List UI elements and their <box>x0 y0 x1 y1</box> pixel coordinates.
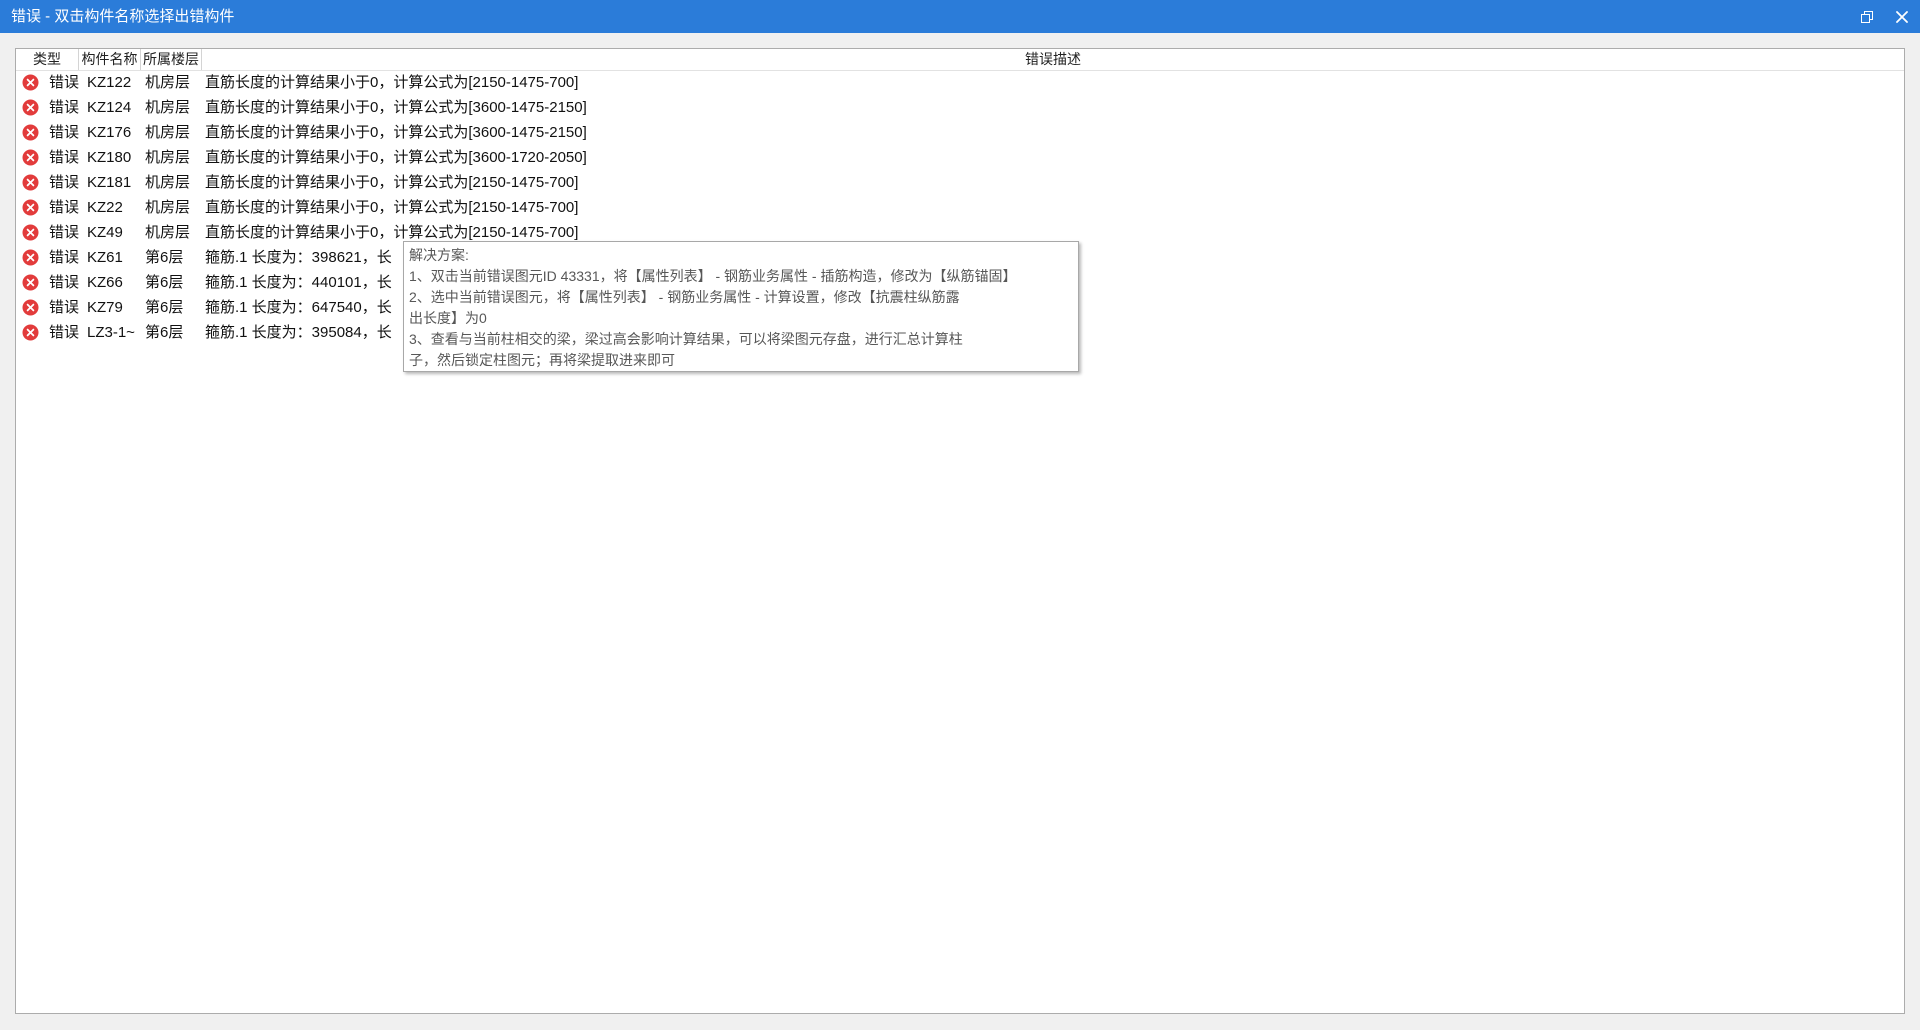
row-component-name[interactable]: KZ180 <box>87 145 131 170</box>
row-component-name[interactable]: LZ3-1~ <box>87 320 135 345</box>
row-component-name[interactable]: KZ22 <box>87 195 123 220</box>
row-type: 错误 <box>49 299 80 316</box>
table-row[interactable]: 错误 KZ176 机房层 直筋长度的计算结果小于0，计算公式为[3600-147… <box>16 120 1904 145</box>
row-type: 错误 <box>49 149 80 166</box>
error-icon <box>22 99 39 116</box>
row-component-name[interactable]: KZ49 <box>87 220 123 245</box>
column-header-component-name[interactable]: 构件名称 <box>79 49 141 70</box>
row-description: 箍筋.1 长度为：647540，长 <box>205 299 392 316</box>
row-floor: 机房层 <box>145 149 191 166</box>
restore-icon <box>1861 11 1873 23</box>
row-type: 错误 <box>49 99 80 116</box>
tooltip-line: 子，然后锁定柱图元；再将梁提取进来即可 <box>409 352 675 368</box>
error-icon <box>22 249 39 266</box>
tooltip-line: 2、选中当前错误图元，将【属性列表】 - 钢筋业务属性 - 计算设置，修改【抗震… <box>409 289 960 305</box>
tooltip-line: 3、查看与当前柱相交的梁，梁过高会影响计算结果，可以将梁图元存盘，进行汇总计算柱 <box>409 331 963 347</box>
row-floor: 第6层 <box>145 324 184 341</box>
error-icon <box>22 124 39 141</box>
table-row[interactable]: 错误 KZ122 机房层 直筋长度的计算结果小于0，计算公式为[2150-147… <box>16 70 1904 95</box>
row-component-name[interactable]: KZ176 <box>87 120 131 145</box>
error-list[interactable]: 类型 构件名称 所属楼层 错误描述 错误 KZ122 机房层 直筋长度的计算结果… <box>15 48 1905 1014</box>
row-floor: 机房层 <box>145 124 191 141</box>
column-header-floor[interactable]: 所属楼层 <box>141 49 202 70</box>
row-description: 箍筋.1 长度为：398621，长 <box>205 249 392 266</box>
error-icon <box>22 224 39 241</box>
window-title: 错误 - 双击构件名称选择出错构件 <box>11 8 235 25</box>
table-row[interactable]: 错误 KZ124 机房层 直筋长度的计算结果小于0，计算公式为[3600-147… <box>16 95 1904 120</box>
row-floor: 机房层 <box>145 74 191 91</box>
row-component-name[interactable]: KZ181 <box>87 170 131 195</box>
row-floor: 第6层 <box>145 299 184 316</box>
error-icon <box>22 149 39 166</box>
row-type: 错误 <box>49 199 80 216</box>
title-bar[interactable]: 错误 - 双击构件名称选择出错构件 <box>0 0 1920 33</box>
row-component-name[interactable]: KZ124 <box>87 95 131 120</box>
table-row[interactable]: 错误 KZ180 机房层 直筋长度的计算结果小于0，计算公式为[3600-172… <box>16 145 1904 170</box>
row-floor: 机房层 <box>145 99 191 116</box>
tooltip-heading: 解决方案: <box>409 247 469 263</box>
column-header-type[interactable]: 类型 <box>16 49 79 70</box>
error-icon <box>22 324 39 341</box>
tooltip-line: 1、双击当前错误图元ID 43331，将【属性列表】 - 钢筋业务属性 - 插筋… <box>409 268 1017 284</box>
row-floor: 第6层 <box>145 249 184 266</box>
row-floor: 第6层 <box>145 274 184 291</box>
row-description: 直筋长度的计算结果小于0，计算公式为[2150-1475-700] <box>205 74 579 91</box>
tooltip-line: 出长度】为0 <box>409 310 487 326</box>
row-component-name[interactable]: KZ61 <box>87 245 123 270</box>
row-description: 箍筋.1 长度为：395084，长 <box>205 324 392 341</box>
row-floor: 机房层 <box>145 224 191 241</box>
row-description: 直筋长度的计算结果小于0，计算公式为[2150-1475-700] <box>205 174 579 191</box>
error-icon <box>22 199 39 216</box>
row-type: 错误 <box>49 224 80 241</box>
row-type: 错误 <box>49 124 80 141</box>
error-icon <box>22 74 39 91</box>
row-type: 错误 <box>49 249 80 266</box>
table-row[interactable]: 错误 KZ181 机房层 直筋长度的计算结果小于0，计算公式为[2150-147… <box>16 170 1904 195</box>
error-icon <box>22 299 39 316</box>
row-floor: 机房层 <box>145 174 191 191</box>
row-description: 直筋长度的计算结果小于0，计算公式为[3600-1720-2050] <box>205 149 587 166</box>
row-type: 错误 <box>49 274 80 291</box>
row-description: 箍筋.1 长度为：440101，长 <box>205 274 392 291</box>
error-icon <box>22 174 39 191</box>
row-type: 错误 <box>49 324 80 341</box>
table-row[interactable]: 错误 KZ22 机房层 直筋长度的计算结果小于0，计算公式为[2150-1475… <box>16 195 1904 220</box>
restore-button[interactable] <box>1855 5 1879 29</box>
row-component-name[interactable]: KZ79 <box>87 295 123 320</box>
solution-tooltip: 解决方案: 1、双击当前错误图元ID 43331，将【属性列表】 - 钢筋业务属… <box>403 241 1079 372</box>
row-description: 直筋长度的计算结果小于0，计算公式为[2150-1475-700] <box>205 199 579 216</box>
row-type: 错误 <box>49 174 80 191</box>
close-icon <box>1896 11 1908 23</box>
error-icon <box>22 274 39 291</box>
close-button[interactable] <box>1890 5 1914 29</box>
row-floor: 机房层 <box>145 199 191 216</box>
row-component-name[interactable]: KZ66 <box>87 270 123 295</box>
row-description: 直筋长度的计算结果小于0，计算公式为[3600-1475-2150] <box>205 99 587 116</box>
row-component-name[interactable]: KZ122 <box>87 70 131 95</box>
row-description: 直筋长度的计算结果小于0，计算公式为[3600-1475-2150] <box>205 124 587 141</box>
row-type: 错误 <box>49 74 80 91</box>
table-header: 类型 构件名称 所属楼层 错误描述 <box>16 49 1904 71</box>
column-header-description[interactable]: 错误描述 <box>202 49 1904 70</box>
